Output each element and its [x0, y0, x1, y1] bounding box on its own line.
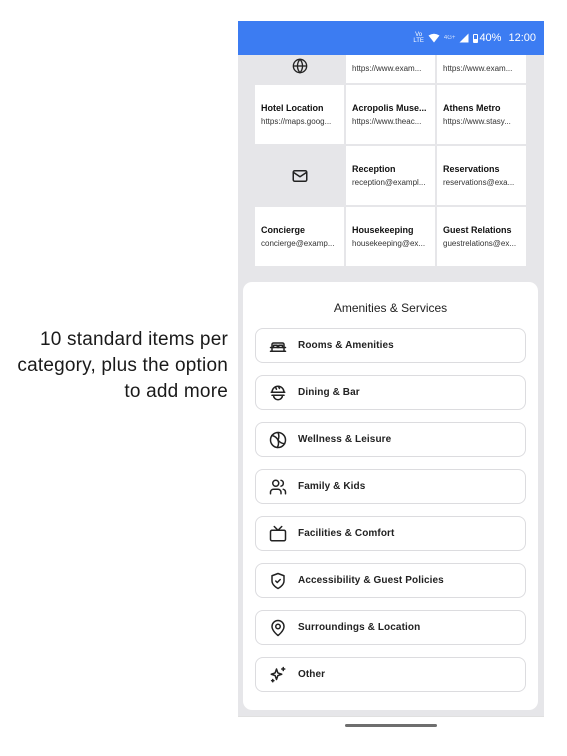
link-url: https://www.exam... [352, 64, 422, 73]
mail-icon [291, 167, 309, 185]
link-title: Athens Metro [443, 103, 501, 113]
link-title: Acropolis Muse... [352, 103, 427, 113]
clock: 12:00 [508, 32, 536, 44]
email-address: housekeeping@ex... [352, 239, 426, 248]
link-card-hotel-location[interactable]: Hotel Location https://maps.goog... [255, 85, 344, 144]
contact-grid: https://www.exam... https://www.exam... … [255, 21, 526, 266]
link-url: https://maps.goog... [261, 117, 332, 126]
amenity-label: Accessibility & Guest Policies [298, 575, 444, 586]
link-title: Hotel Location [261, 103, 324, 113]
bed-icon [268, 336, 287, 355]
amenity-label: Rooms & Amenities [298, 340, 394, 351]
amenity-other[interactable]: Other [255, 657, 526, 692]
map-pin-icon [268, 618, 287, 637]
email-address: guestrelations@ex... [443, 239, 517, 248]
link-url: https://www.theac... [352, 117, 422, 126]
email-title: Reservations [443, 164, 500, 174]
dining-icon [268, 383, 287, 402]
sparkles-icon [268, 665, 287, 684]
link-url: https://www.stasy... [443, 117, 511, 126]
tv-icon [268, 524, 287, 543]
link-url: https://www.exam... [443, 64, 513, 73]
amenity-label: Family & Kids [298, 481, 366, 492]
phone-screen: Vo LTE 4G+ 40% 12:00 https://www.exam... … [238, 21, 544, 716]
email-address: reception@exampl... [352, 178, 426, 187]
link-card-acropolis-museum[interactable]: Acropolis Muse... https://www.theac... [346, 85, 435, 144]
amenity-label: Surroundings & Location [298, 622, 421, 633]
email-address: reservations@exa... [443, 178, 515, 187]
link-card-athens-metro[interactable]: Athens Metro https://www.stasy... [437, 85, 526, 144]
email-card-reservations[interactable]: Reservations reservations@exa... [437, 146, 526, 205]
email-card-guest-relations[interactable]: Guest Relations guestrelations@ex... [437, 207, 526, 266]
amenity-label: Other [298, 669, 326, 680]
home-indicator[interactable] [345, 724, 437, 727]
amenities-title: Amenities & Services [333, 301, 448, 315]
email-title: Reception [352, 164, 396, 174]
email-card-concierge[interactable]: Concierge concierge@examp... [255, 207, 344, 266]
amenity-dining[interactable]: Dining & Bar [255, 375, 526, 410]
wifi-icon [428, 33, 440, 43]
amenity-list: Rooms & Amenities Dining & Bar Wellness … [255, 328, 526, 692]
volte-indicator: Vo LTE [413, 32, 424, 44]
email-icon-cell [255, 146, 344, 205]
status-bar: Vo LTE 4G+ 40% 12:00 [238, 21, 544, 55]
amenity-surroundings[interactable]: Surroundings & Location [255, 610, 526, 645]
amenity-family[interactable]: Family & Kids [255, 469, 526, 504]
globe-icon [292, 58, 308, 74]
battery-percent: 40% [479, 32, 502, 44]
email-title: Concierge [261, 225, 306, 235]
amenity-label: Dining & Bar [298, 387, 360, 398]
email-title: Housekeeping [352, 225, 414, 235]
amenity-rooms[interactable]: Rooms & Amenities [255, 328, 526, 363]
amenity-label: Wellness & Leisure [298, 434, 392, 445]
amenity-label: Facilities & Comfort [298, 528, 395, 539]
email-card-housekeeping[interactable]: Housekeeping housekeeping@ex... [346, 207, 435, 266]
amenity-facilities[interactable]: Facilities & Comfort [255, 516, 526, 551]
battery-indicator: 40% [473, 32, 501, 44]
email-title: Guest Relations [443, 225, 512, 235]
nav-divider [238, 716, 544, 717]
amenities-card: Amenities & Services Rooms & Amenities D… [243, 282, 538, 710]
email-card-reception[interactable]: Reception reception@exampl... [346, 146, 435, 205]
signal-icon [459, 33, 469, 43]
feature-caption: 10 standard items per category, plus the… [17, 329, 228, 402]
battery-icon [473, 33, 479, 43]
network-type: 4G+ [443, 35, 456, 41]
email-address: concierge@examp... [261, 239, 335, 248]
shield-check-icon [268, 571, 287, 590]
amenity-wellness[interactable]: Wellness & Leisure [255, 422, 526, 457]
volleyball-icon [268, 430, 287, 449]
amenity-accessibility[interactable]: Accessibility & Guest Policies [255, 563, 526, 598]
users-icon [268, 477, 287, 496]
